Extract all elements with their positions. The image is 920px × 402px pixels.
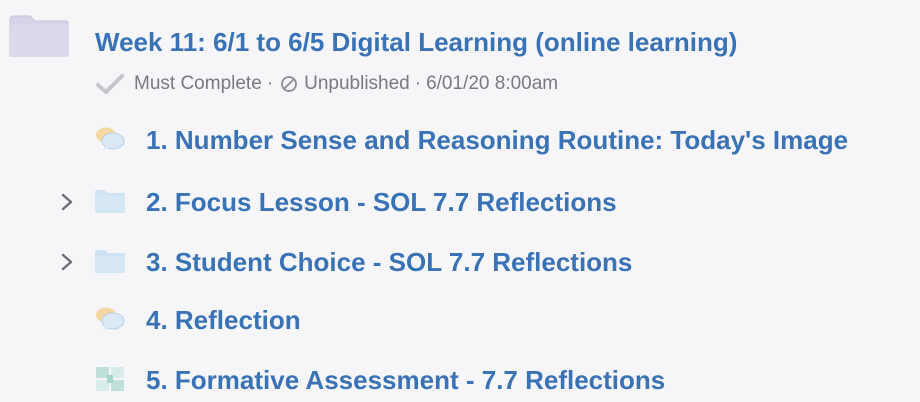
requirement-text: Must Complete <box>134 73 262 94</box>
chevron-right-icon[interactable] <box>60 192 74 212</box>
list-item[interactable]: 3. Student Choice - SOL 7.7 Reflections <box>0 240 920 284</box>
item-link[interactable]: 1. Number Sense and Reasoning Routine: T… <box>146 124 848 156</box>
unpublished-icon <box>281 76 298 92</box>
discussion-icon <box>96 307 125 331</box>
folder-icon <box>95 250 125 273</box>
module-meta: Must Complete · Unpublished · 6/01/20 8:… <box>96 72 558 96</box>
list-item[interactable]: 5. Formative Assessment - 7.7 Reflection… <box>0 358 920 402</box>
separator-dot: · <box>414 73 422 94</box>
folder-icon <box>9 15 69 57</box>
item-link[interactable]: 4. Reflection <box>146 304 301 336</box>
checkmark-icon <box>96 74 124 94</box>
list-item[interactable]: 1. Number Sense and Reasoning Routine: T… <box>0 118 920 162</box>
module-folder: Week 11: 6/1 to 6/5 Digital Learning (on… <box>0 0 920 110</box>
separator-dot: · <box>266 73 274 94</box>
folder-icon <box>95 190 125 213</box>
list-item[interactable]: 2. Focus Lesson - SOL 7.7 Reflections <box>0 180 920 224</box>
item-link[interactable]: 3. Student Choice - SOL 7.7 Reflections <box>146 246 632 278</box>
module-title-link[interactable]: Week 11: 6/1 to 6/5 Digital Learning (on… <box>95 26 737 58</box>
list-item[interactable]: 4. Reflection <box>0 298 920 342</box>
chevron-right-icon[interactable] <box>60 252 74 272</box>
assessment-icon <box>96 367 124 391</box>
discussion-icon <box>96 127 125 151</box>
status-text: Unpublished <box>304 73 410 94</box>
date-text: 6/01/20 8:00am <box>426 73 559 94</box>
item-link[interactable]: 5. Formative Assessment - 7.7 Reflection… <box>146 364 665 396</box>
item-link[interactable]: 2. Focus Lesson - SOL 7.7 Reflections <box>146 186 617 218</box>
